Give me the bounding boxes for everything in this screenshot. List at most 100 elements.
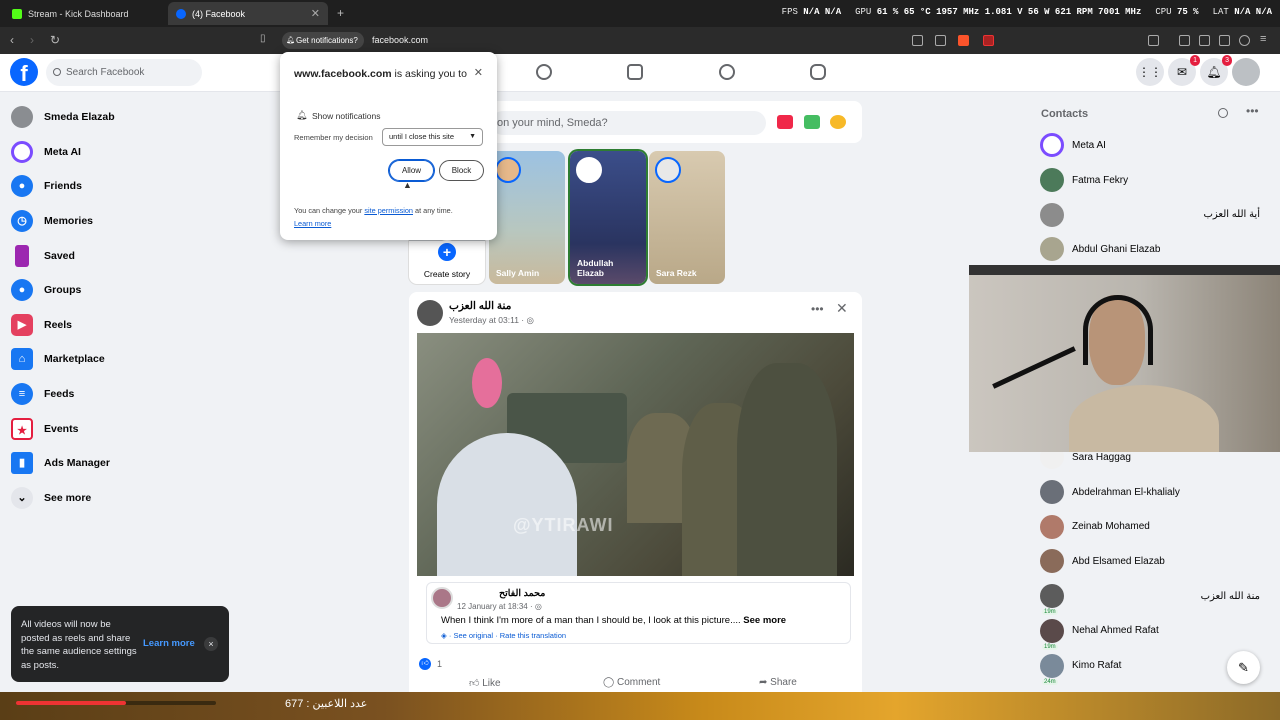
photo-video-icon[interactable] (804, 115, 820, 129)
story-card[interactable]: Sally Amin (489, 151, 565, 284)
get-notifications-chip[interactable]: 🔔︎ Get notifications? (282, 32, 364, 49)
live-video-icon[interactable] (777, 115, 793, 129)
feeling-icon[interactable] (830, 115, 846, 129)
shared-time-text: 12 January at 18:34 · (457, 602, 533, 611)
leo-ai-icon[interactable] (1219, 35, 1230, 46)
contact-item[interactable]: Meta AI (1040, 128, 1270, 163)
contacts-title: Contacts (1041, 108, 1089, 120)
sidebar-item-meta-ai[interactable]: Meta AI (8, 135, 238, 170)
cpu-label: CPU (1155, 7, 1172, 17)
share-icon[interactable] (935, 35, 946, 46)
video-nav-icon[interactable] (627, 64, 643, 80)
tab-title: Stream - Kick Dashboard (28, 8, 129, 19)
wallet-icon[interactable] (1199, 35, 1210, 46)
url-field[interactable]: facebook.com (372, 35, 428, 45)
search-input[interactable]: Search Facebook (46, 59, 202, 86)
allow-button[interactable]: Allow (389, 160, 434, 181)
avatar (1040, 514, 1064, 539)
facebook-header: f Search Facebook ⋮⋮ ✉ 1 🔔︎ 3 (0, 54, 1280, 92)
new-message-button[interactable]: ✎ (1227, 651, 1260, 684)
close-icon[interactable]: × (204, 637, 218, 651)
sidebar-item-friends[interactable]: ● Friends (8, 169, 238, 204)
reader-icon[interactable] (1179, 35, 1190, 46)
contact-item[interactable]: Zeinab Mohamed (1040, 509, 1270, 544)
contact-item[interactable]: Fatma Fekry (1040, 163, 1270, 198)
composer-input[interactable]: on your mind, Smeda? (491, 111, 766, 135)
reload-icon[interactable]: ↻ (50, 33, 60, 47)
facebook-favicon-icon (176, 8, 186, 19)
brave-rewards-icon[interactable] (983, 35, 994, 46)
avatar (1040, 133, 1064, 158)
story-card[interactable]: Abdullah Elazab (570, 151, 646, 284)
contact-name: Abd Elsamed Elazab (1072, 555, 1165, 567)
tab-facebook[interactable]: (4) Facebook ✕ (168, 2, 328, 25)
messenger-button[interactable]: ✉ 1 (1168, 55, 1200, 86)
contact-item[interactable]: Abdelrahman El-khalialy (1040, 475, 1270, 510)
avatar: 24m (1040, 653, 1064, 685)
sidebar-item-feeds[interactable]: ≡ Feeds (8, 377, 238, 412)
contacts-options-icon[interactable]: ••• (1246, 104, 1259, 118)
sidebar-toggle-icon[interactable] (1148, 35, 1159, 46)
friends-nav-icon[interactable] (536, 64, 552, 80)
share-icon: ➦ (759, 677, 768, 688)
sidebar-item-label: Events (44, 422, 79, 435)
story-card[interactable]: Sara Rezk (649, 151, 725, 284)
comment-button[interactable]: ◯ Comment (603, 677, 660, 688)
sidebar-item-events[interactable]: ★ Events (8, 411, 238, 446)
site-permission-link[interactable]: site permission (364, 206, 413, 215)
sidebar-item-memories[interactable]: ◷ Memories (8, 204, 238, 239)
back-icon[interactable]: ‹ (10, 33, 14, 47)
more-options-icon[interactable]: ••• (811, 302, 824, 316)
menu-icon[interactable]: ≡ (1260, 33, 1266, 45)
contact-name: Sara Haggag (1072, 451, 1131, 463)
reactions-summary[interactable]: 👍︎ 1 (419, 658, 442, 670)
profile-avatar[interactable] (1232, 58, 1260, 86)
contact-item[interactable]: 19m منة الله العزب (1040, 579, 1270, 616)
learn-more-link[interactable]: Learn more (294, 219, 331, 228)
toast-learn-more-link[interactable]: Learn more (143, 638, 195, 649)
contact-item[interactable]: Abd Elsamed Elazab (1040, 544, 1270, 579)
share-button[interactable]: ➦ Share (759, 677, 797, 688)
shared-post[interactable]: محمد الفاتح 12 January at 18:34 · ◎ When… (426, 582, 851, 644)
notifications-button[interactable]: 🔔︎ 3 (1200, 55, 1232, 86)
sidebar-item-ads-manager[interactable]: ▮ Ads Manager (8, 446, 238, 481)
groups-nav-icon[interactable] (719, 64, 735, 80)
forward-icon[interactable]: › (30, 33, 34, 47)
close-tab-icon[interactable]: ✕ (311, 7, 320, 20)
vpn-icon[interactable] (1239, 35, 1250, 46)
sidebar-item-profile[interactable]: Smeda Elazab (8, 100, 238, 135)
avatar[interactable] (417, 300, 443, 326)
post-image[interactable]: @YTIRAWI (417, 333, 854, 576)
cast-icon[interactable] (912, 35, 923, 46)
menu-grid-button[interactable]: ⋮⋮ (1136, 58, 1164, 86)
sidebar-item-see-more[interactable]: ⌄ See more (8, 481, 238, 516)
post-timestamp[interactable]: Yesterday at 03:11 · ◎ (449, 315, 534, 326)
close-icon[interactable]: ✕ (474, 66, 483, 79)
new-tab-button[interactable]: + (337, 6, 344, 20)
sidebar-item-marketplace[interactable]: ⌂ Marketplace (8, 342, 238, 377)
rate-translation-link[interactable]: · Rate this translation (495, 631, 566, 640)
sidebar-item-reels[interactable]: ▶ Reels (8, 308, 238, 343)
bookmark-icon[interactable]: ▯ (260, 33, 266, 44)
shared-author[interactable]: محمد الفاتح (499, 588, 545, 599)
gaming-nav-icon[interactable] (810, 64, 826, 80)
remember-decision-select[interactable]: until I close this site ▼ (382, 128, 483, 146)
block-button[interactable]: Block (439, 160, 484, 181)
close-icon[interactable]: ✕ (836, 300, 848, 317)
see-original-link[interactable]: · See original (449, 631, 493, 640)
like-button[interactable]: 👍︎ Like (469, 677, 501, 689)
sidebar-item-saved[interactable]: Saved (8, 238, 238, 273)
sidebar-item-groups[interactable]: ● Groups (8, 273, 238, 308)
facebook-logo[interactable]: f (10, 58, 38, 86)
search-contacts-icon[interactable] (1218, 108, 1228, 118)
fps-label: FPS (781, 7, 798, 17)
tab-kick-dashboard[interactable]: Stream - Kick Dashboard (4, 2, 166, 25)
contact-item[interactable]: Abdul Ghani Elazab (1040, 232, 1270, 267)
brave-shield-icon[interactable] (958, 35, 969, 46)
contact-item[interactable]: أية الله العزب (1040, 197, 1270, 232)
cpu-value: 75 % (1176, 7, 1199, 17)
grid-icon: ⋮⋮ (1138, 65, 1162, 79)
contact-item[interactable]: 19m Nehal Ahmed Rafat (1040, 614, 1270, 650)
post-author[interactable]: منة الله العزب (449, 300, 511, 312)
see-more-link[interactable]: See more (743, 615, 786, 626)
